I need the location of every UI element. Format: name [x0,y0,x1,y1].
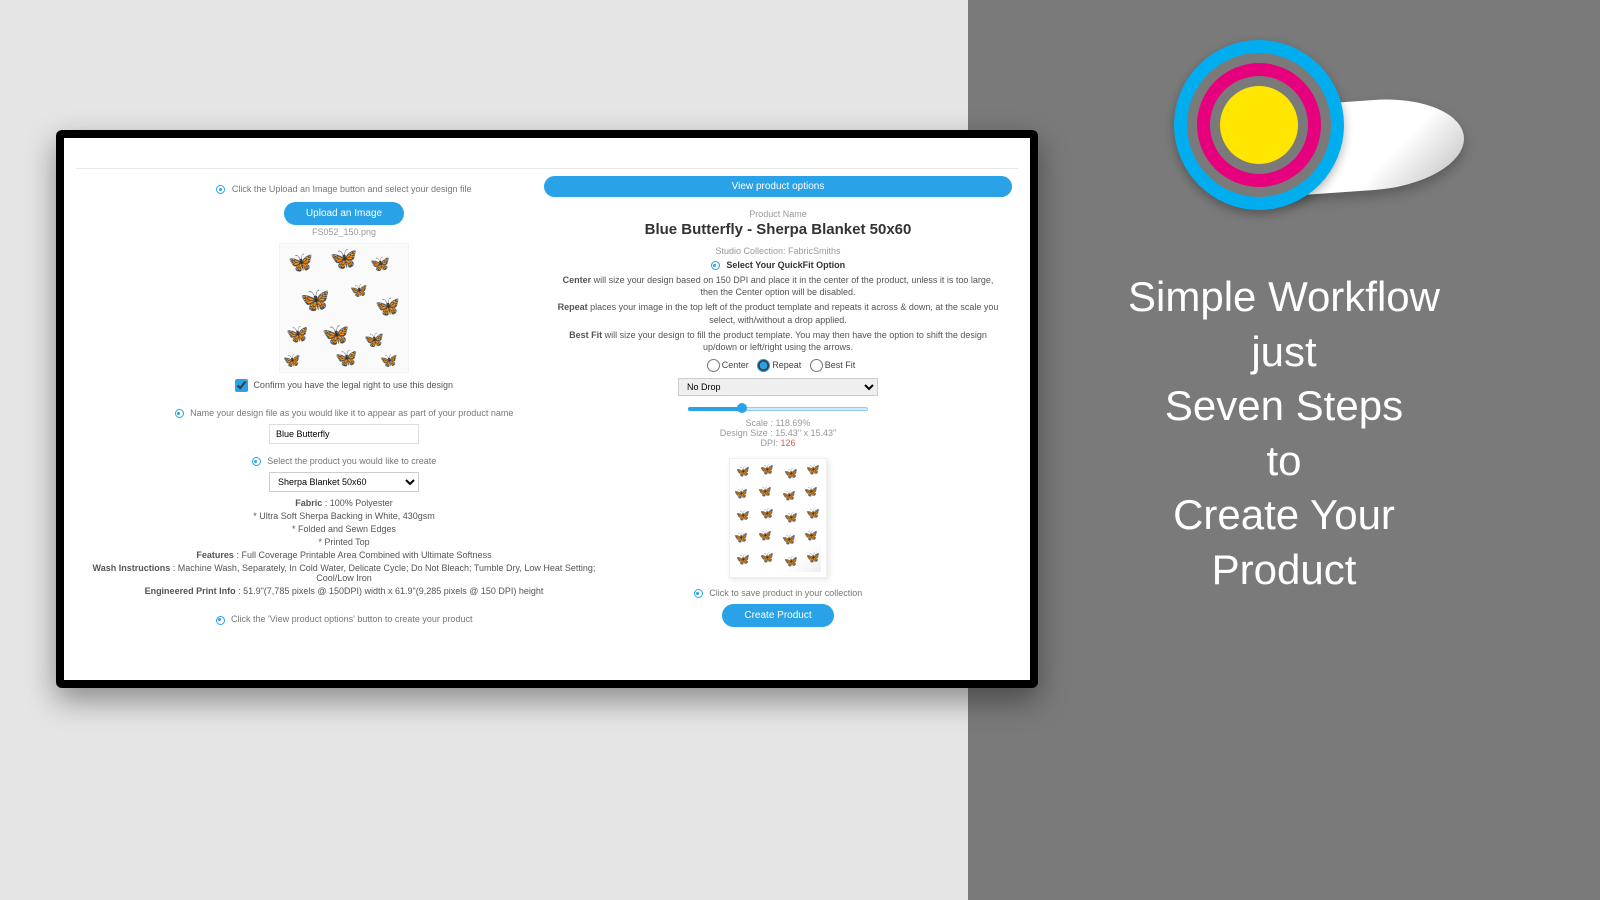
studio-collection: Studio Collection: FabricSmiths [538,246,1018,256]
create-product-button[interactable]: Create Product [722,604,833,627]
product-mockup: 🦋🦋🦋🦋 🦋🦋🦋🦋 🦋🦋🦋🦋 🦋🦋🦋🦋 🦋🦋🦋🦋 [729,458,827,578]
product-select[interactable]: Sherpa Blanket 50x60 [269,472,419,492]
spec-bullet: * Printed Top [84,537,604,547]
spec-wash: Wash Instructions : Machine Wash, Separa… [84,563,604,583]
left-column: Click the Upload an Image button and sel… [84,184,604,625]
uploaded-filename: FS052_150.png [84,227,604,237]
spec-print-info: Engineered Print Info : 51.9"(7,785 pixe… [84,586,604,596]
step-name-hint: Name your design file as you would like … [84,408,604,418]
step-upload-hint: Click the Upload an Image button and sel… [84,184,604,194]
scale-readout: Scale : 118.69% [538,418,1018,428]
spec-fabric: Fabric : 100% Polyester [84,498,604,508]
step-indicator-icon [252,457,261,466]
drop-select[interactable]: No Drop [678,378,878,396]
designsize-readout: Design Size : 15.43" x 15.43" [538,428,1018,438]
brand-logo [1164,40,1404,210]
quickfit-bestfit-desc: Best Fit will size your design to fill t… [554,329,1002,353]
spec-features: Features : Full Coverage Printable Area … [84,550,604,560]
app-screen: Click the Upload an Image button and sel… [64,138,1030,680]
quickfit-radio-row: Center Repeat Best Fit [538,359,1018,372]
promo-text: Simple Workflow just Seven Steps to Crea… [1128,270,1440,598]
dpi-readout: DPI: 126 [538,438,1018,448]
design-preview: 🦋 🦋 🦋 🦋 🦋 🦋 🦋 🦋 🦋 🦋 🦋 🦋 [279,243,409,373]
scale-slider[interactable] [688,402,868,416]
quickfit-heading: Select Your QuickFit Option [726,260,845,270]
step-save-hint: Click to save product in your collection [538,588,1018,598]
step-indicator-icon [694,589,703,598]
quickfit-repeat-radio[interactable] [757,359,770,372]
design-name-input[interactable] [269,424,419,444]
legal-confirm-checkbox[interactable] [235,379,248,392]
step-indicator-icon [216,185,225,194]
step-view-options-hint: Click the 'View product options' button … [84,614,604,624]
view-product-options-button[interactable]: View product options [544,176,1012,197]
promo-panel: Simple Workflow just Seven Steps to Crea… [968,0,1600,900]
step-indicator-icon [711,261,720,270]
step-indicator-icon [175,409,184,418]
legal-confirm-row: Confirm you have the legal right to use … [84,379,604,392]
upload-image-button[interactable]: Upload an Image [284,202,404,225]
product-name-heading: Blue Butterfly - Sherpa Blanket 50x60 [538,221,1018,238]
quickfit-repeat-desc: Repeat places your image in the top left… [554,301,1002,325]
spec-bullet: * Ultra Soft Sherpa Backing in White, 43… [84,511,604,521]
quickfit-center-radio[interactable] [707,359,720,372]
quickfit-bestfit-radio[interactable] [810,359,823,372]
product-name-label: Product Name [538,209,1018,219]
step-indicator-icon [216,616,225,625]
spec-bullet: * Folded and Sewn Edges [84,524,604,534]
quickfit-center-desc: Center will size your design based on 15… [554,274,1002,298]
right-column: View product options Product Name Blue B… [538,176,1018,627]
step-select-product-hint: Select the product you would like to cre… [84,456,604,466]
app-frame: Click the Upload an Image button and sel… [56,130,1038,688]
